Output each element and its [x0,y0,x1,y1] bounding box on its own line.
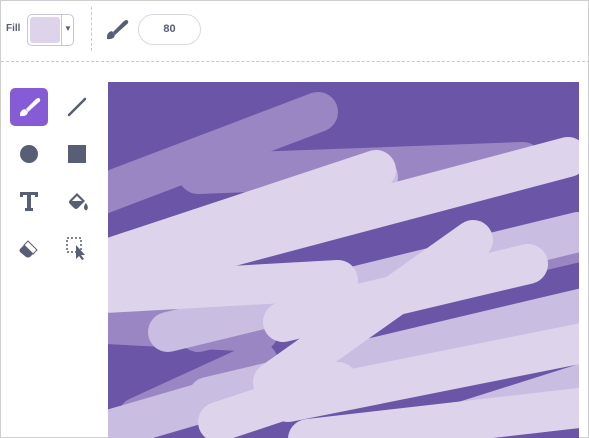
brush-size-input[interactable]: 80 [138,14,201,45]
text-icon [20,192,38,211]
line-tool[interactable] [58,88,96,126]
rectangle-icon [68,145,86,163]
eraser-icon [19,240,38,258]
brush-size-icon [107,20,129,40]
text-tool[interactable] [10,182,48,220]
fill-tool[interactable] [58,182,96,220]
fill-picker-divider [61,15,62,45]
brush-icon [20,98,41,117]
dropdown-caret-icon[interactable]: ▼ [64,24,72,33]
paint-bucket-icon [69,193,88,211]
paint-canvas[interactable] [108,82,579,438]
paint-toolbar: Fill ▼ 80 [1,1,589,59]
fill-color-swatch[interactable] [30,17,60,43]
circle-icon [20,145,38,163]
select-icon [66,237,85,260]
fill-color-picker[interactable]: ▼ [27,14,74,46]
fill-label: Fill [6,23,21,34]
toolbar-divider [91,7,92,51]
canvas-artwork [108,82,579,438]
line-icon [67,97,87,117]
brush-tool[interactable] [10,88,48,126]
rectangle-tool[interactable] [58,135,96,173]
eraser-tool[interactable] [10,229,48,267]
toolbar-separator [1,61,589,62]
circle-tool[interactable] [10,135,48,173]
select-tool[interactable] [58,229,96,267]
